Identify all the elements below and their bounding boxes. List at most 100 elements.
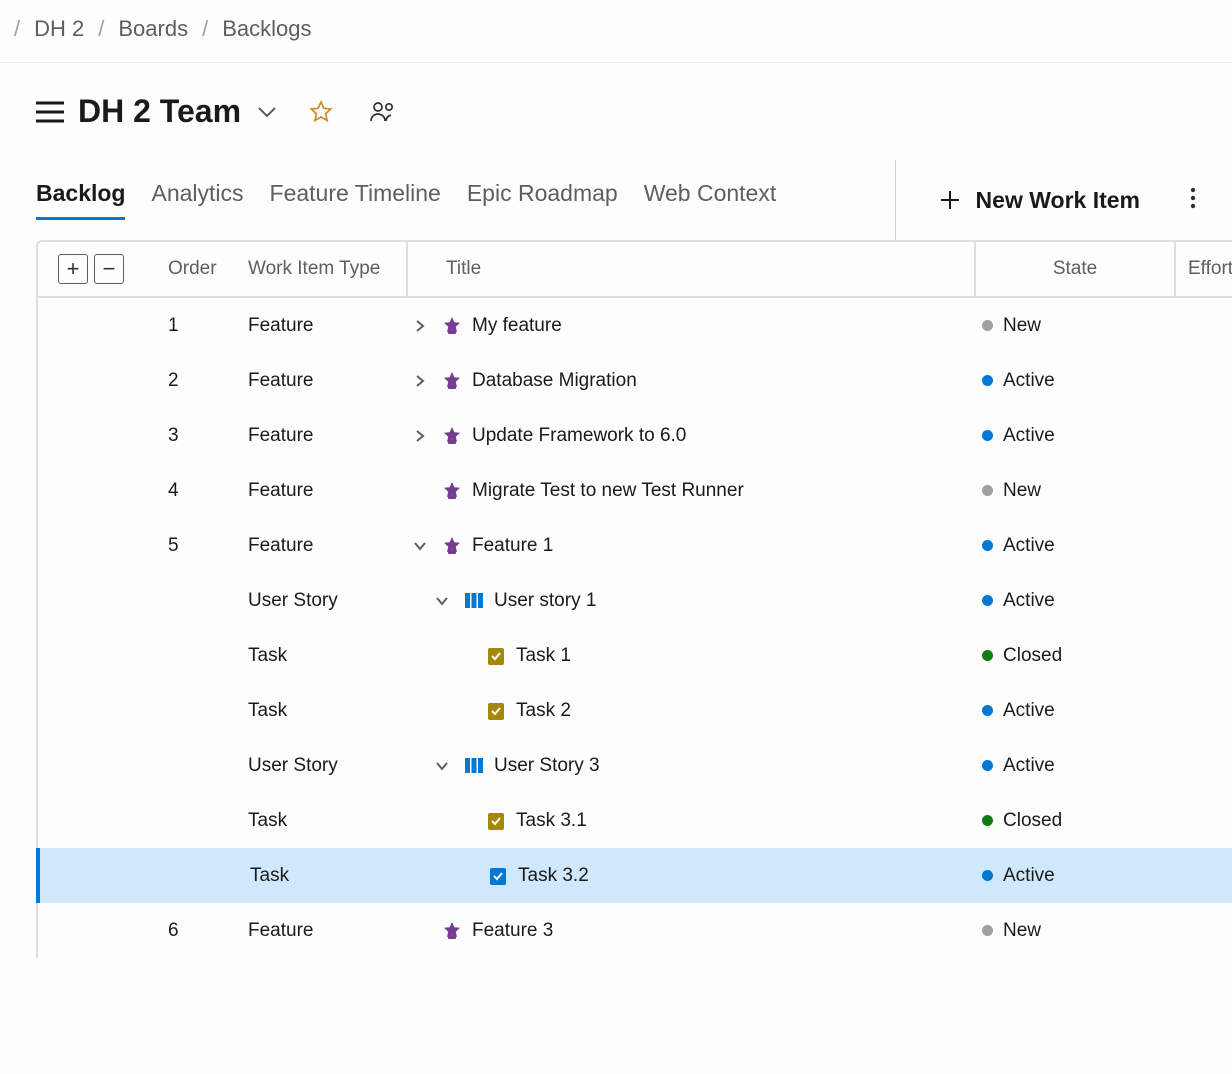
row-state: Active <box>1003 535 1055 557</box>
row-state: Active <box>1003 700 1055 722</box>
row-title[interactable]: My feature <box>472 315 562 337</box>
feature-icon <box>442 426 462 446</box>
row-order: 2 <box>168 370 248 392</box>
row-title[interactable]: Feature 3 <box>472 920 553 942</box>
feature-icon <box>442 316 462 336</box>
row-state: Closed <box>1003 810 1062 832</box>
row-type: Task <box>248 810 408 832</box>
task-icon <box>486 646 506 666</box>
row-type: Task <box>248 700 408 722</box>
backlog-row[interactable]: 5 Feature Feature 1 Active <box>38 518 1232 573</box>
row-type: Feature <box>248 370 408 392</box>
backlog-row[interactable]: 2 Feature Database Migration Active <box>38 353 1232 408</box>
row-title[interactable]: Feature 1 <box>472 535 553 557</box>
backlog-row[interactable]: User Story User Story 3 Active <box>38 738 1232 793</box>
tab-web-context[interactable]: Web Context <box>644 180 777 220</box>
state-dot-icon <box>982 815 993 826</box>
story-icon <box>464 756 484 776</box>
tab-feature-timeline[interactable]: Feature Timeline <box>270 180 441 220</box>
backlog-row[interactable]: User Story User story 1 Active <box>38 573 1232 628</box>
backlog-row[interactable]: 4 Feature Migrate Test to new Test Runne… <box>38 463 1232 518</box>
row-type: Task <box>250 865 410 887</box>
feature-icon <box>442 371 462 391</box>
story-icon <box>464 591 484 611</box>
more-icon[interactable] <box>1190 187 1196 214</box>
expand-caret-icon[interactable] <box>408 539 432 553</box>
backlog-grid: + − Order Work Item Type Title State Eff… <box>36 240 1232 958</box>
tab-epic-roadmap[interactable]: Epic Roadmap <box>467 180 618 220</box>
state-dot-icon <box>982 650 993 661</box>
collapse-all-button[interactable]: − <box>94 254 124 284</box>
expand-caret-icon[interactable] <box>430 594 454 608</box>
backlog-row[interactable]: 1 Feature My feature New <box>38 298 1232 353</box>
breadcrumb-item[interactable]: DH 2 <box>34 16 84 42</box>
row-order: 1 <box>168 315 248 337</box>
row-state: Active <box>1003 425 1055 447</box>
column-header-effort[interactable]: Effort <box>1176 242 1232 296</box>
tab-analytics[interactable]: Analytics <box>151 180 243 220</box>
task-icon <box>486 811 506 831</box>
menu-icon[interactable] <box>36 101 64 123</box>
row-state: Active <box>1003 590 1055 612</box>
expand-caret-icon[interactable] <box>408 319 432 333</box>
row-title[interactable]: Task 2 <box>516 700 571 722</box>
state-dot-icon <box>982 925 993 936</box>
toolbar-actions: New Work Item <box>895 160 1196 240</box>
tab-backlog[interactable]: Backlog <box>36 180 125 220</box>
row-type: User Story <box>248 755 408 777</box>
breadcrumb-separator: / <box>98 16 104 42</box>
row-state: New <box>1003 920 1041 942</box>
team-selector[interactable]: DH 2 Team <box>78 93 241 130</box>
column-header-type[interactable]: Work Item Type <box>248 242 408 296</box>
row-order: 4 <box>168 480 248 502</box>
breadcrumb-separator: / <box>14 16 20 42</box>
row-title[interactable]: Update Framework to 6.0 <box>472 425 686 447</box>
tabs: Backlog Analytics Feature Timeline Epic Roa… <box>36 180 776 220</box>
column-header-title[interactable]: Title <box>408 242 976 296</box>
task-icon <box>486 701 506 721</box>
backlog-row[interactable]: Task Task 3.2 Active <box>36 848 1232 903</box>
backlog-row[interactable]: Task Task 2 Active <box>38 683 1232 738</box>
expand-caret-icon[interactable] <box>408 429 432 443</box>
feature-icon <box>442 536 462 556</box>
people-icon[interactable] <box>365 94 401 130</box>
row-title[interactable]: Task 3.2 <box>518 865 589 887</box>
column-header-state[interactable]: State <box>976 242 1176 296</box>
backlog-row[interactable]: 6 Feature Feature 3 New <box>38 903 1232 958</box>
expand-caret-icon[interactable] <box>430 759 454 773</box>
row-title[interactable]: Task 1 <box>516 645 571 667</box>
tab-bar: Backlog Analytics Feature Timeline Epic Roa… <box>0 150 1232 240</box>
row-order: 3 <box>168 425 248 447</box>
row-order: 6 <box>168 920 248 942</box>
state-dot-icon <box>982 485 993 496</box>
row-type: Task <box>248 645 408 667</box>
favorite-star-icon[interactable] <box>303 94 339 130</box>
expand-all-button[interactable]: + <box>58 254 88 284</box>
row-state: New <box>1003 315 1041 337</box>
row-title[interactable]: Database Migration <box>472 370 637 392</box>
state-dot-icon <box>982 375 993 386</box>
grid-header: + − Order Work Item Type Title State Eff… <box>38 242 1232 298</box>
page-header: DH 2 Team <box>0 63 1232 150</box>
row-title[interactable]: User story 1 <box>494 590 596 612</box>
state-dot-icon <box>982 705 993 716</box>
feature-icon <box>442 921 462 941</box>
column-header-order[interactable]: Order <box>168 258 248 280</box>
backlog-row[interactable]: 3 Feature Update Framework to 6.0 Active <box>38 408 1232 463</box>
row-state: Active <box>1003 865 1055 887</box>
backlog-row[interactable]: Task Task 3.1 Closed <box>38 793 1232 848</box>
chevron-down-icon[interactable] <box>253 106 277 118</box>
row-state: Active <box>1003 755 1055 777</box>
row-title[interactable]: Migrate Test to new Test Runner <box>472 480 744 502</box>
breadcrumb-item[interactable]: Boards <box>118 16 188 42</box>
expand-caret-icon[interactable] <box>408 374 432 388</box>
feature-icon <box>442 481 462 501</box>
row-title[interactable]: User Story 3 <box>494 755 600 777</box>
breadcrumb-separator: / <box>202 16 208 42</box>
backlog-row[interactable]: Task Task 1 Closed <box>38 628 1232 683</box>
breadcrumb-item[interactable]: Backlogs <box>222 16 311 42</box>
row-state: Closed <box>1003 645 1062 667</box>
row-title[interactable]: Task 3.1 <box>516 810 587 832</box>
new-work-item-button[interactable]: New Work Item <box>940 187 1140 214</box>
plus-icon <box>940 190 960 210</box>
